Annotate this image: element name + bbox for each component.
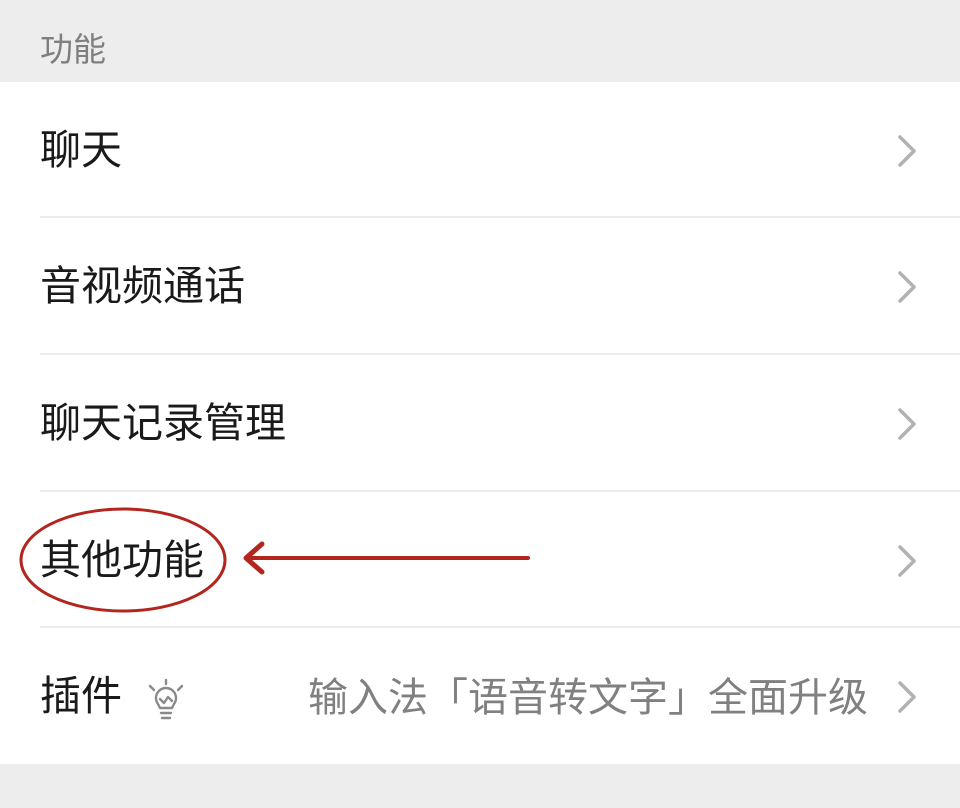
section-header: 功能 [0,0,960,82]
settings-item-label: 聊天 [40,126,122,174]
settings-item-plugins[interactable]: 插件 输入法「语音转文字」全面升级 [0,628,960,764]
chevron-right-icon [898,135,916,167]
settings-item-label: 聊天记录管理 [40,399,286,447]
chevron-right-icon [898,271,916,303]
settings-item-av-call[interactable]: 音视频通话 [0,218,960,354]
lightbulb-icon [148,678,184,720]
section-title: 功能 [40,30,106,69]
chevron-right-icon [898,681,916,713]
plugin-hint-text: 输入法「语音转文字」全面升级 [308,675,868,721]
settings-item-label: 插件 [40,672,122,720]
settings-item-other-features[interactable]: 其他功能 [0,492,960,628]
settings-list: 聊天 音视频通话 聊天记录管理 其他功能 插件 输入法「语音转文字」全面升级 [0,82,960,764]
settings-item-chat-history[interactable]: 聊天记录管理 [0,355,960,491]
settings-item-label: 其他功能 [40,536,204,584]
settings-item-label: 音视频通话 [40,262,245,310]
chevron-right-icon [898,545,916,577]
chevron-right-icon [898,408,916,440]
settings-item-chat[interactable]: 聊天 [0,82,960,218]
